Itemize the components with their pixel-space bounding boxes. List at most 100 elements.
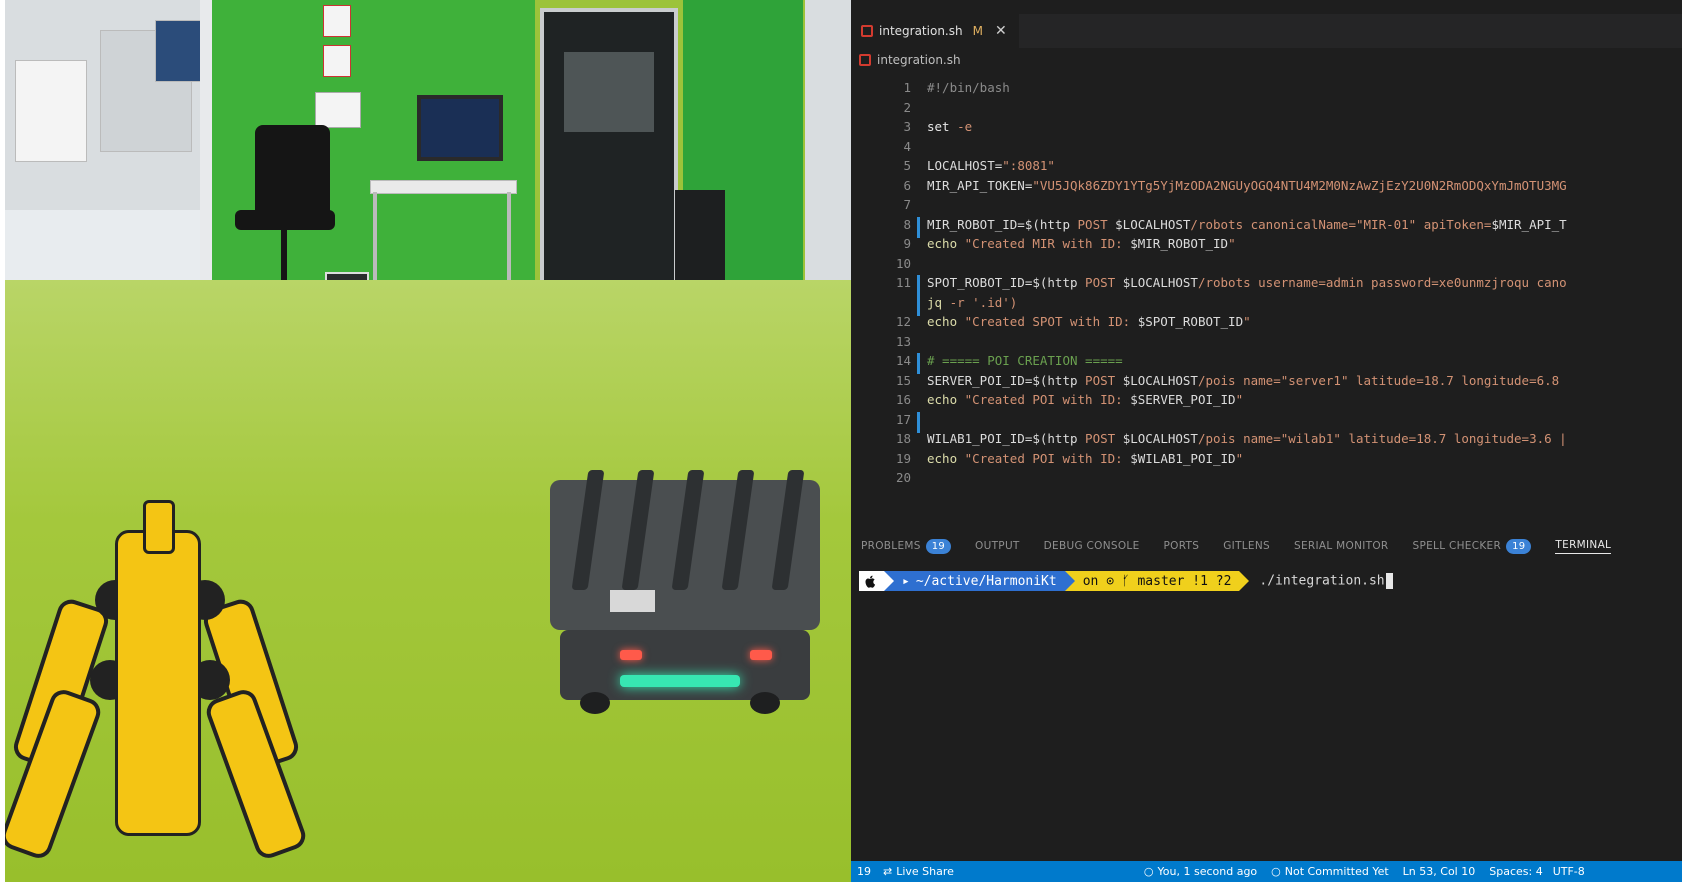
terminal-command: ./integration.sh bbox=[1259, 573, 1393, 589]
tab-ports[interactable]: PORTS bbox=[1164, 540, 1200, 552]
code-line[interactable]: 9 echo "Created MIR with ID: $MIR_ROBOT_I… bbox=[851, 236, 1682, 257]
git-change-marker bbox=[917, 353, 920, 374]
close-icon[interactable]: ✕ bbox=[995, 23, 1007, 39]
code-line[interactable]: jq -r '.id') bbox=[851, 294, 1682, 316]
line-number: 10 bbox=[895, 255, 911, 271]
code-text: echo "Created MIR with ID: $MIR_ROBOT_ID… bbox=[927, 236, 1236, 251]
code-line[interactable]: 8 MIR_ROBOT_ID=$(http POST $LOCALHOST/rob… bbox=[851, 216, 1682, 238]
git-status: on ⊙ ᚶ master !1 ?2 bbox=[1074, 571, 1240, 591]
tab-serial-monitor[interactable]: SERIAL MONITOR bbox=[1294, 540, 1389, 552]
tab-spell-checker[interactable]: SPELL CHECKER 19 bbox=[1413, 538, 1532, 554]
modified-indicator: M bbox=[972, 24, 983, 38]
status-item-not-committed-yet[interactable]: ○ Not Committed Yet bbox=[1271, 865, 1389, 878]
code-editor-window: integration.sh M ✕ integration.sh 1 #!/bi… bbox=[851, 0, 1682, 882]
code-line[interactable]: 18 WILAB1_POI_ID=$(http POST $LOCALHOST/p… bbox=[851, 431, 1682, 452]
line-number: 4 bbox=[903, 138, 911, 154]
line-number: 15 bbox=[895, 372, 911, 388]
line-number: 3 bbox=[903, 119, 911, 134]
code-line[interactable]: 17 bbox=[851, 411, 1682, 433]
git-status-text: on ⊙ ᚶ master !1 ?2 bbox=[1082, 573, 1232, 589]
git-change-marker bbox=[917, 411, 920, 433]
code-text: #!/bin/bash bbox=[927, 80, 1010, 95]
git-change-marker bbox=[917, 275, 920, 296]
breadcrumb-file[interactable]: integration.sh bbox=[877, 53, 961, 67]
code-text: WILAB1_POI_ID=$(http POST $LOCALHOST/poi… bbox=[927, 431, 1567, 446]
line-number: 19 bbox=[895, 450, 911, 466]
camera-feed bbox=[5, 0, 851, 882]
code-line[interactable]: 4 bbox=[851, 139, 1682, 160]
editor-tab-bar: integration.sh M ✕ bbox=[851, 14, 1682, 48]
code-line[interactable]: 11 SPOT_ROBOT_ID=$(http POST $LOCALHOST/r… bbox=[851, 275, 1682, 296]
code-line[interactable]: 15 SERVER_POI_ID=$(http POST $LOCALHOST/p… bbox=[851, 373, 1682, 394]
status-item-live-share[interactable]: ⇄ Live Share bbox=[883, 865, 954, 878]
code-line[interactable]: 3 set -e bbox=[851, 119, 1682, 140]
office-chair bbox=[255, 125, 330, 220]
code-line[interactable]: 10 bbox=[851, 256, 1682, 277]
git-change-marker bbox=[917, 294, 920, 316]
tab-gitlens[interactable]: GITLENS bbox=[1223, 540, 1270, 552]
line-number: 13 bbox=[895, 333, 911, 349]
tab-terminal[interactable]: TERMINAL bbox=[1555, 539, 1612, 554]
shell-file-icon bbox=[859, 54, 871, 66]
code-line[interactable]: 19 echo "Created POI with ID: $WILAB1_POI… bbox=[851, 451, 1682, 472]
breadcrumb[interactable]: integration.sh bbox=[859, 50, 961, 70]
line-number: 8 bbox=[903, 216, 911, 232]
status-item-utf-8[interactable]: UTF-8 bbox=[1553, 865, 1585, 878]
code-text: echo "Created SPOT with ID: $SPOT_ROBOT_… bbox=[927, 314, 1251, 329]
tab-output[interactable]: OUTPUT bbox=[975, 540, 1020, 552]
code-line[interactable]: 16 echo "Created POI with ID: $SERVER_POI… bbox=[851, 392, 1682, 413]
line-number: 9 bbox=[903, 236, 911, 251]
terminal-path: ▸ ~/active/HarmoniKt bbox=[894, 571, 1065, 591]
code-text: SPOT_ROBOT_ID=$(http POST $LOCALHOST/rob… bbox=[927, 275, 1567, 290]
code-line[interactable]: 14 # ===== POI CREATION ===== bbox=[851, 353, 1682, 374]
terminal[interactable]: ▸ ~/active/HarmoniKt on ⊙ ᚶ master !1 ?2… bbox=[851, 565, 1682, 855]
folder-icon: ▸ bbox=[902, 573, 910, 589]
line-number: 2 bbox=[903, 99, 911, 115]
line-number: 11 bbox=[895, 275, 911, 290]
status-bar: 19 ⇄ Live Share ○ You, 1 second ago ○ Not Comm… bbox=[851, 861, 1682, 882]
code-text: MIR_API_TOKEN="VU5JQk86ZDY1YTg5YjMzODA2N… bbox=[927, 177, 1567, 193]
status-item-19[interactable]: 19 bbox=[857, 865, 871, 878]
line-number: 1 bbox=[903, 80, 911, 95]
code-line[interactable]: 6 MIR_API_TOKEN="VU5JQk86ZDY1YTg5YjMzODA2… bbox=[851, 178, 1682, 199]
code-text: jq -r '.id') bbox=[927, 294, 1018, 310]
terminal-path-text: ~/active/HarmoniKt bbox=[915, 573, 1057, 589]
panel-tab-bar: PROBLEMS 19 OUTPUT DEBUG CONSOLE PORTS GITLEN… bbox=[851, 533, 1682, 559]
apple-icon bbox=[859, 571, 884, 591]
tab-integration-sh[interactable]: integration.sh M ✕ bbox=[851, 14, 1019, 48]
code-text: SERVER_POI_ID=$(http POST $LOCALHOST/poi… bbox=[927, 372, 1560, 388]
count-badge: 19 bbox=[1506, 538, 1532, 554]
line-number: 5 bbox=[903, 158, 911, 173]
code-text: LOCALHOST=":8081" bbox=[927, 158, 1055, 173]
code-text: echo "Created POI with ID: $WILAB1_POI_I… bbox=[927, 450, 1244, 466]
code-line[interactable]: 1 #!/bin/bash bbox=[851, 80, 1682, 101]
status-item-spaces-4[interactable]: Spaces: 4 bbox=[1489, 865, 1542, 878]
line-number: 6 bbox=[903, 177, 911, 193]
code-text: MIR_ROBOT_ID=$(http POST $LOCALHOST/robo… bbox=[927, 216, 1567, 232]
git-change-marker bbox=[917, 216, 920, 238]
shell-file-icon bbox=[861, 25, 873, 37]
code-line[interactable]: 12 echo "Created SPOT with ID: $SPOT_ROBO… bbox=[851, 314, 1682, 335]
line-number: 7 bbox=[903, 197, 911, 212]
code-line[interactable]: 5 LOCALHOST=":8081" bbox=[851, 158, 1682, 179]
code-line[interactable]: 13 bbox=[851, 334, 1682, 355]
code-text: echo "Created POI with ID: $SERVER_POI_I… bbox=[927, 392, 1244, 407]
status-item-ln-53-col-10[interactable]: Ln 53, Col 10 bbox=[1403, 865, 1476, 878]
quadruped-robot bbox=[5, 500, 310, 870]
code-line[interactable]: 20 bbox=[851, 470, 1682, 491]
cursor bbox=[1385, 573, 1393, 589]
table bbox=[370, 180, 517, 194]
code-line[interactable]: 7 bbox=[851, 197, 1682, 218]
tab-problems[interactable]: PROBLEMS 19 bbox=[861, 538, 952, 554]
line-number: 20 bbox=[895, 470, 911, 485]
status-item-you-1-second-ago[interactable]: ○ You, 1 second ago bbox=[1144, 865, 1257, 878]
tab-debug-console[interactable]: DEBUG CONSOLE bbox=[1044, 540, 1140, 552]
status-icon: ○ bbox=[1143, 865, 1154, 878]
code-area[interactable]: 1 #!/bin/bash 2 3 set -e 4 5 LOCALHOST=":8081" 6… bbox=[851, 80, 1682, 520]
cabinet bbox=[540, 8, 678, 316]
code-text: set -e bbox=[927, 119, 973, 134]
line-number: 12 bbox=[895, 314, 911, 329]
code-line[interactable]: 2 bbox=[851, 100, 1682, 121]
tab-label: integration.sh bbox=[879, 24, 963, 38]
monitor bbox=[417, 95, 503, 161]
